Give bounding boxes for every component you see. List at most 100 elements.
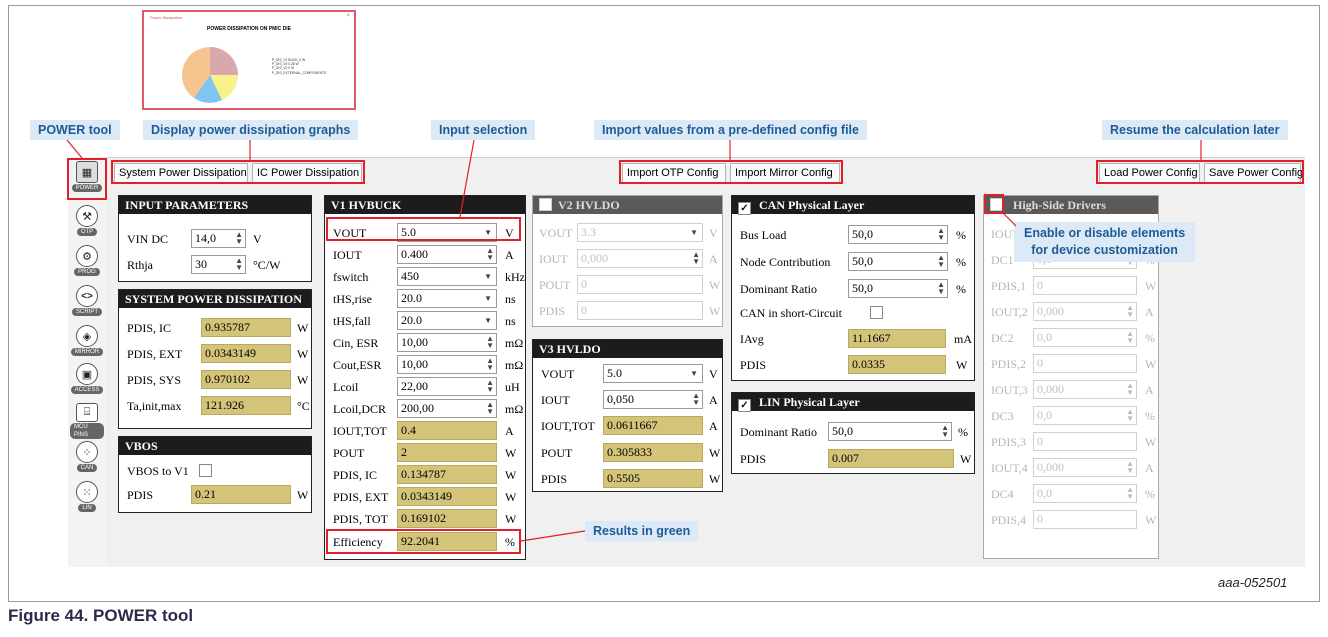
chevron-down-icon[interactable]: ▼ [484,224,492,241]
pie-chart [181,46,238,103]
spin-icon[interactable]: ▲▼ [692,251,700,266]
hsd-value-field[interactable]: 0,000 ▲▼ [1033,302,1137,321]
hsd-value-field[interactable]: 0 [1033,354,1137,373]
sidebar-item-mirror[interactable]: ◈ MIRROR [70,325,104,361]
sidebar-item-access[interactable]: ▣ ACCESS [70,363,104,399]
load-power-config-button[interactable]: Load Power Config [1099,163,1200,183]
ta-init-max-value: 121.926 [201,396,291,415]
chevron-down-icon[interactable]: ▼ [690,224,698,241]
v1-lcoil-dcr-input[interactable]: 200,00 ▲ ▼ [397,399,497,418]
spin-icon[interactable]: ▲▼ [1126,382,1134,397]
panel-title: VBOS [119,437,311,455]
can-busload-input[interactable]: 50,0 ▲ ▼ [848,225,948,244]
v1-vout-select[interactable]: 5.0 ▼ [397,223,497,242]
hsd-value-field[interactable]: 0,0 ▲▼ [1033,406,1137,425]
v2-iout-input[interactable]: 0,000 ▲ ▼ [577,249,703,268]
hsd-row: PDIS,1 0 W [991,276,1157,296]
callout-enable-disable: Enable or disable elements for device cu… [1014,222,1196,262]
spin-icon[interactable]: ▲▼ [1126,330,1134,345]
spin-icon[interactable]: ▲▼ [1126,408,1134,423]
sidebar-item-power[interactable]: ▦ POWER [70,161,104,197]
v1-fall-select[interactable]: 20.0 ▼ [397,311,497,330]
hsd-value-field[interactable]: 0,000 ▲▼ [1033,380,1137,399]
sidebar-item-script[interactable]: <> SCRIPT [70,285,104,321]
vin-input[interactable]: 14,0 ▲ ▼ [191,229,246,248]
chevron-down-icon[interactable]: ▼ [484,312,492,329]
hsd-value-field[interactable]: 0 [1033,276,1137,295]
hsd-value-field[interactable]: 0,000 ▲▼ [1033,458,1137,477]
rthja-row: Rthja 30 ▲ ▼ °C/W [127,255,307,275]
sidebar-item-mcu-pins[interactable]: ⌸ MCU PINS [70,403,104,439]
hsd-value-field[interactable]: 0 [1033,432,1137,451]
v1-fall-row: tHS,fall 20.0 ▼ ns [333,311,523,331]
v1-rise-select[interactable]: 20.0 ▼ [397,289,497,308]
spin-icon[interactable]: ▲▼ [1126,304,1134,319]
vbos-to-v1-checkbox[interactable] [199,464,212,477]
chevron-down-icon[interactable]: ▼ [690,365,698,382]
v1-cout-input[interactable]: 10,00 ▲ ▼ [397,355,497,374]
can-enable-checkbox[interactable]: ✓ [738,202,751,215]
hsd-value-field[interactable]: 0,0 ▲▼ [1033,328,1137,347]
v2-pout-value: 0 [577,275,703,294]
spin-icon[interactable]: ▲▼ [486,357,494,372]
spin-icon[interactable]: ▲▼ [937,281,945,296]
row-label: DC4 [991,487,1014,501]
sidebar-item-can[interactable]: ⁘ CAN [70,441,104,477]
v3-iout-input[interactable]: 0,050 ▲ ▼ [603,390,703,409]
row-label: IOUT [541,393,570,407]
vbos-pdis-value: 0.21 [191,485,291,504]
spin-icon[interactable]: ▲▼ [1126,486,1134,501]
v1-cin-input[interactable]: 10,00 ▲ ▼ [397,333,497,352]
import-otp-config-button[interactable]: Import OTP Config [622,163,726,183]
lin-dominant-input[interactable]: 50,0 ▲ ▼ [828,422,952,441]
spin-icon[interactable]: ▲▼ [692,392,700,407]
row-unit: W [297,347,309,361]
v1-fswitch-select[interactable]: 450 ▼ [397,267,497,286]
import-mirror-config-button[interactable]: Import Mirror Config [730,163,840,183]
can-physical-layer-panel: ✓ CAN Physical Layer Bus Load 50,0 ▲ ▼ % No… [731,195,975,381]
figure-caption: Figure 44. POWER tool [8,606,194,625]
hsd-enable-checkbox[interactable] [990,198,1003,211]
v1-iout-input[interactable]: 0.400 ▲ ▼ [397,245,497,264]
hsd-value-field[interactable]: 0,0 ▲▼ [1033,484,1137,503]
sidebar-item-otp[interactable]: ⚒ OTP [70,205,104,241]
spin-icon[interactable]: ▲▼ [235,257,243,272]
script-icon: <> [76,285,98,307]
close-icon[interactable]: × [346,13,350,19]
lin-enable-checkbox[interactable]: ✓ [738,399,751,412]
hsd-value-field[interactable]: 0 [1033,510,1137,529]
row-unit: ns [505,314,516,328]
gear-icon: ⚙ [76,245,98,267]
v2-enable-checkbox[interactable] [539,198,552,211]
save-power-config-button[interactable]: Save Power Config [1204,163,1303,183]
chevron-down-icon[interactable]: ▼ [484,268,492,285]
v3-vout-select[interactable]: 5.0 ▼ [603,364,703,383]
spin-icon[interactable]: ▲▼ [941,424,949,439]
spin-icon[interactable]: ▲▼ [937,254,945,269]
row-label: VOUT [333,226,367,240]
spin-icon[interactable]: ▲▼ [486,401,494,416]
lin-physical-layer-panel: ✓ LIN Physical Layer Dominant Ratio 50,0 ▲… [731,392,975,474]
spin-icon[interactable]: ▲▼ [486,379,494,394]
ic-power-dissipation-button[interactable]: IC Power Dissipation [252,163,362,183]
rthja-input[interactable]: 30 ▲ ▼ [191,255,246,274]
spin-icon[interactable]: ▲▼ [486,335,494,350]
row-unit: W [709,278,721,292]
v2-vout-select[interactable]: 3.3 ▼ [577,223,703,242]
v1-lcoil-input[interactable]: 22,00 ▲ ▼ [397,377,497,396]
row-unit: A [709,393,718,407]
row-label: Ta,init,max [127,399,182,413]
spin-icon[interactable]: ▲▼ [937,227,945,242]
can-dominant-input[interactable]: 50,0 ▲ ▼ [848,279,948,298]
can-short-checkbox[interactable] [870,306,883,319]
panel-title: INPUT PARAMETERS [119,196,311,214]
chevron-down-icon[interactable]: ▼ [484,290,492,307]
spin-icon[interactable]: ▲▼ [486,247,494,262]
can-node-input[interactable]: 50,0 ▲ ▼ [848,252,948,271]
spin-icon[interactable]: ▲▼ [1126,460,1134,475]
spin-icon[interactable]: ▲▼ [235,231,243,246]
sidebar-item-prog[interactable]: ⚙ PROG [70,245,104,281]
hsd-value: 0 [1037,356,1043,370]
sidebar-item-lin[interactable]: ⁙ LIN [70,481,104,517]
system-power-dissipation-button[interactable]: System Power Dissipation [114,163,248,183]
